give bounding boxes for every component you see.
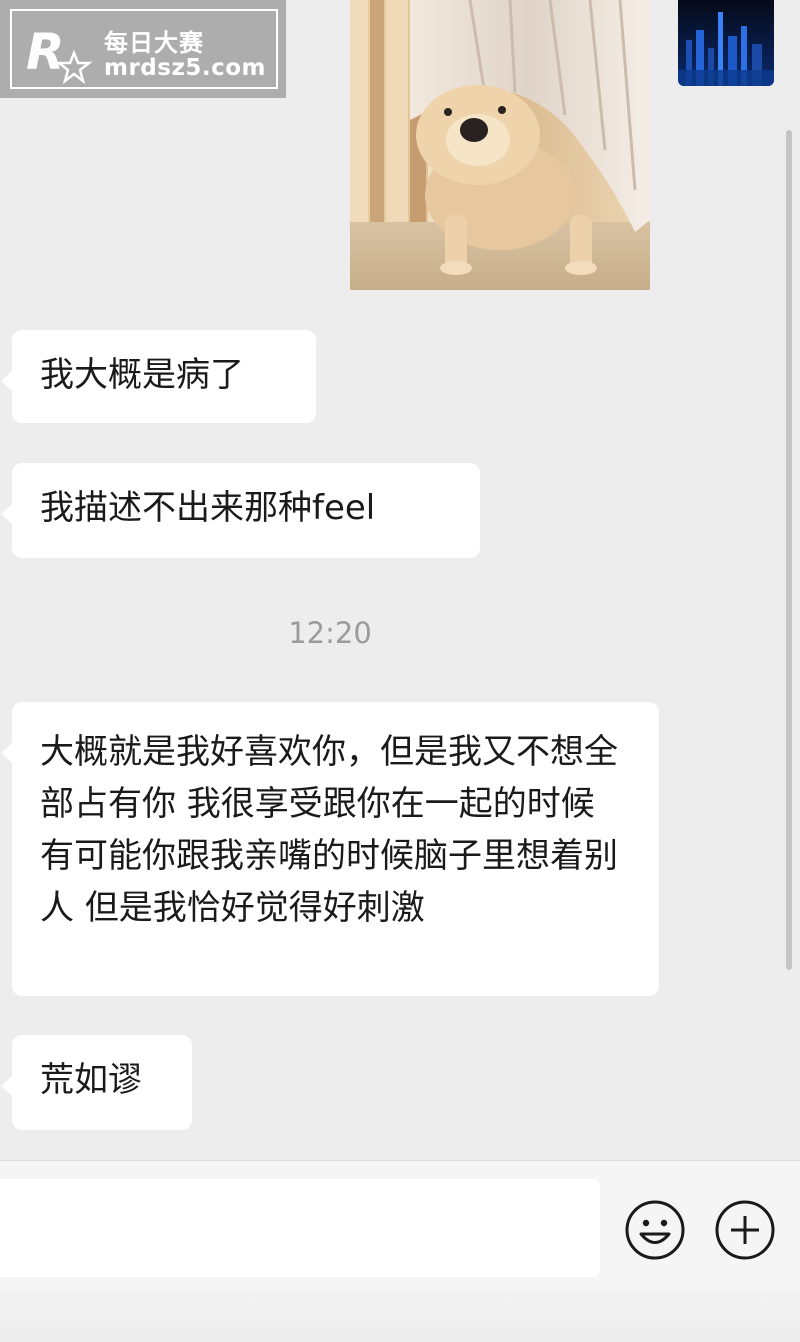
watermark-url: mrdsz5.com (104, 55, 266, 81)
emoji-button[interactable] (624, 1199, 686, 1261)
dog-photo-image (350, 0, 650, 290)
watermark-title: 每日大赛 (104, 29, 204, 57)
message-bubble[interactable]: 我描述不出来那种feel (1, 463, 480, 558)
message-timestamp: 12:20 (288, 616, 372, 650)
chat-input-bar (0, 1160, 800, 1342)
watermark-frame: R 每日大赛 mrdsz5.com (10, 9, 278, 89)
message-input[interactable] (0, 1179, 600, 1277)
message-bubble[interactable]: 大概就是我好喜欢你，但是我又不想全部占有你 我很享受跟你在一起的时候 有可能你跟… (1, 702, 659, 996)
message-text: 荒如谬 (40, 1060, 142, 1100)
watermark-logo-icon: R (26, 23, 92, 85)
watermark: R 每日大赛 mrdsz5.com (0, 0, 286, 98)
dog-photo-message[interactable] (350, 0, 650, 290)
plus-circle-icon (715, 1200, 775, 1260)
message-text: 我描述不出来那种feel (40, 488, 376, 528)
message-text: 大概就是我好喜欢你，但是我又不想全部占有你 我很享受跟你在一起的时候 有可能你跟… (40, 732, 618, 928)
message-bubble[interactable]: 我大概是病了 (1, 330, 316, 423)
bottom-strip (0, 1289, 800, 1342)
message-text: 我大概是病了 (40, 355, 244, 395)
city-night-image (678, 0, 774, 86)
message-bubble[interactable]: 荒如谬 (1, 1035, 192, 1130)
chat-message-list[interactable]: 我大概是病了 我描述不出来那种feel 12:20 大概就是我好喜欢你，但是我又… (0, 0, 800, 1160)
smiley-face-icon (625, 1200, 685, 1260)
chat-scrollbar[interactable] (786, 130, 792, 970)
more-options-button[interactable] (714, 1199, 776, 1261)
svg-text:R: R (26, 23, 65, 81)
city-photo-thumbnail[interactable] (678, 0, 774, 86)
